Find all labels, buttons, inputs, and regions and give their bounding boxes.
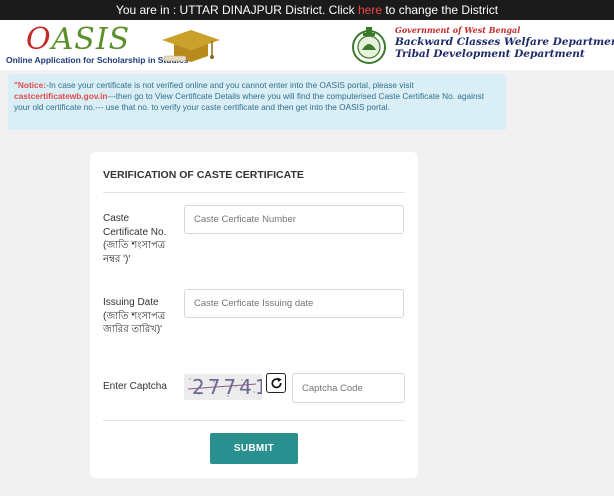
caste-certificate-link[interactable]: castcertificatewb.gov.in <box>14 91 107 101</box>
certificate-number-label: Caste Certificate No. (জাতি শংসাপত্র নম্… <box>103 213 167 265</box>
notice-text-1: -In case your certificate is not verifie… <box>46 80 414 90</box>
district-suffix: to change the District <box>382 3 499 17</box>
submit-divider <box>103 420 405 421</box>
gov-line-3: Tribal Development Department <box>395 48 585 60</box>
refresh-captcha-button[interactable] <box>266 373 286 393</box>
change-district-link[interactable]: here <box>358 3 382 17</box>
issuing-date-input[interactable] <box>184 289 404 318</box>
gov-line-1: Government of West Bengal <box>395 25 521 35</box>
graduation-cap-icon <box>162 30 220 62</box>
logo-letter-o: O <box>26 22 52 57</box>
notice-label: "Notice: <box>14 80 47 90</box>
district-click-text: . Click <box>321 3 358 17</box>
logo-letters-asis: ASIS <box>51 22 131 57</box>
district-bar: You are in : UTTAR DINAJPUR District. Cl… <box>0 0 614 20</box>
certificate-number-input[interactable] <box>184 205 404 234</box>
district-name: UTTAR DINAJPUR District <box>179 3 322 17</box>
captcha-input[interactable] <box>292 373 405 403</box>
submit-button[interactable]: SUBMIT <box>210 433 298 464</box>
district-prefix: You are in : <box>115 3 180 17</box>
captcha-text: 27741 <box>192 375 262 399</box>
captcha-image: 27741 <box>184 374 262 400</box>
gov-line-2: Backward Classes Welfare Department <box>395 36 614 48</box>
captcha-label: Enter Captcha <box>103 381 167 392</box>
department-title: Government of West Bengal Backward Class… <box>395 25 614 60</box>
title-divider <box>103 192 405 193</box>
refresh-icon <box>271 376 282 388</box>
notice-box: "Notice:-In case your certificate is not… <box>8 74 506 130</box>
issuing-date-label: Issuing Date (জাতি শংসাপত্র জারির তারিখ)… <box>103 297 166 335</box>
site-header: OASIS Online Application for Scholarship… <box>0 20 614 70</box>
verification-card: VERIFICATION OF CASTE CERTIFICATE Caste … <box>90 152 418 478</box>
west-bengal-emblem-icon <box>352 27 386 64</box>
form-title: VERIFICATION OF CASTE CERTIFICATE <box>103 169 304 181</box>
